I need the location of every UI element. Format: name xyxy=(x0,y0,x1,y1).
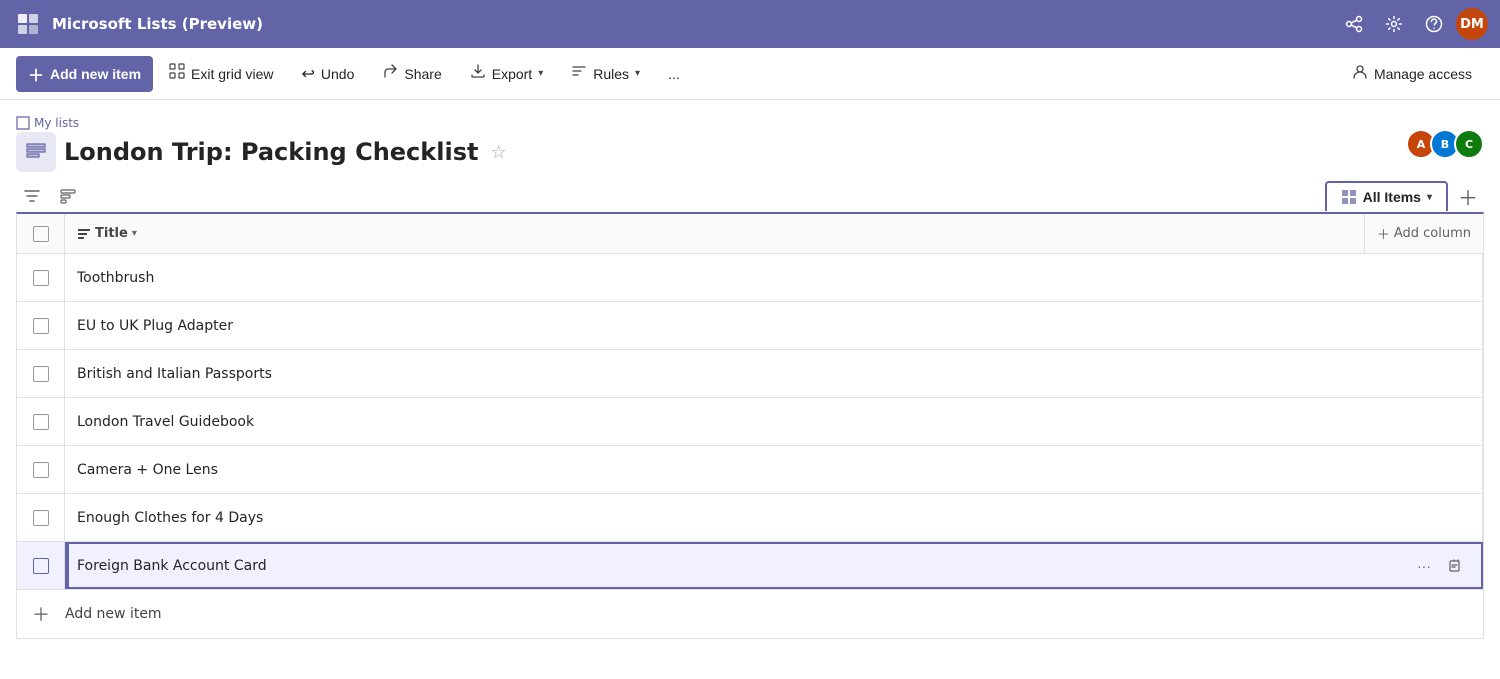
app-title: Microsoft Lists (Preview) xyxy=(52,15,1328,33)
manage-access-button[interactable]: Manage access xyxy=(1340,58,1484,89)
add-column-label: Add column xyxy=(1394,226,1471,241)
row-actions: ··· xyxy=(1410,552,1470,580)
row-checkbox[interactable] xyxy=(33,366,49,382)
exit-grid-view-button[interactable]: Exit grid view xyxy=(157,57,285,90)
row-selector[interactable] xyxy=(17,446,65,493)
table: Title ▾ ＋ Add column Toothbrush EU to UK… xyxy=(16,212,1484,639)
breadcrumb[interactable]: My lists xyxy=(16,116,507,130)
row-selector[interactable] xyxy=(17,494,65,541)
view-controls: All Items ▾ ＋ xyxy=(0,172,1500,212)
person-icon xyxy=(1352,64,1368,83)
share-activity-icon[interactable] xyxy=(1336,6,1372,42)
more-options-button[interactable]: ... xyxy=(656,60,692,88)
export-chevron-icon: ▾ xyxy=(538,68,543,79)
all-items-chevron-icon: ▾ xyxy=(1427,192,1432,203)
page-icon xyxy=(16,132,56,172)
all-items-view-button[interactable]: All Items ▾ xyxy=(1325,181,1448,211)
add-column-button[interactable]: ＋ Add column xyxy=(1365,214,1483,253)
favorite-icon[interactable]: ☆ xyxy=(490,142,506,163)
row-title: Foreign Bank Account Card xyxy=(77,558,267,574)
row-checkbox[interactable] xyxy=(33,414,49,430)
page-title: London Trip: Packing Checklist xyxy=(64,138,478,166)
add-item-row[interactable]: ＋ Add new item xyxy=(17,590,1483,638)
top-bar-actions: DM xyxy=(1336,6,1488,42)
table-row: Foreign Bank Account Card ··· xyxy=(17,542,1483,590)
row-title: Camera + One Lens xyxy=(77,462,218,478)
add-item-cell: ＋ xyxy=(17,601,65,627)
row-open-button[interactable] xyxy=(1442,552,1470,580)
row-selector[interactable] xyxy=(17,542,65,589)
app-logo[interactable] xyxy=(12,8,44,40)
row-selector[interactable] xyxy=(17,302,65,349)
header-selector[interactable] xyxy=(17,214,65,253)
table-row: Camera + One Lens xyxy=(17,446,1483,494)
row-title: London Travel Guidebook xyxy=(77,414,254,430)
row-title-cell[interactable]: Toothbrush xyxy=(65,254,1483,301)
title-column-label: Title xyxy=(95,226,128,241)
rules-chevron-icon: ▾ xyxy=(635,68,640,79)
row-selector[interactable] xyxy=(17,350,65,397)
share-button[interactable]: Share xyxy=(370,57,453,90)
row-checkbox[interactable] xyxy=(33,510,49,526)
all-items-label: All Items xyxy=(1363,189,1421,205)
row-title-cell[interactable]: EU to UK Plug Adapter xyxy=(65,302,1483,349)
top-bar: Microsoft Lists (Preview) DM xyxy=(0,0,1500,48)
table-row: British and Italian Passports xyxy=(17,350,1483,398)
undo-button[interactable]: ↩ Undo xyxy=(290,58,367,90)
export-button[interactable]: Export ▾ xyxy=(458,57,556,90)
add-item-plus-icon: ＋ xyxy=(32,601,50,627)
table-header: Title ▾ ＋ Add column xyxy=(17,214,1483,254)
group-button[interactable] xyxy=(52,180,84,212)
table-row: EU to UK Plug Adapter xyxy=(17,302,1483,350)
page-title-row: London Trip: Packing Checklist ☆ xyxy=(16,132,507,172)
row-selector[interactable] xyxy=(17,398,65,445)
table-row: Enough Clothes for 4 Days xyxy=(17,494,1483,542)
member-avatars: A B C xyxy=(1406,129,1484,159)
row-checkbox[interactable] xyxy=(33,558,49,574)
user-avatar[interactable]: DM xyxy=(1456,8,1488,40)
undo-icon: ↩ xyxy=(302,64,315,84)
help-icon[interactable] xyxy=(1416,6,1452,42)
add-view-button[interactable]: ＋ xyxy=(1452,180,1484,212)
row-title: EU to UK Plug Adapter xyxy=(77,318,233,334)
rules-icon xyxy=(571,63,587,84)
select-all-checkbox[interactable] xyxy=(33,226,49,242)
more-icon: ... xyxy=(668,66,680,82)
title-sort-icon: ▾ xyxy=(132,228,137,239)
rules-button[interactable]: Rules ▾ xyxy=(559,57,652,90)
row-title: Enough Clothes for 4 Days xyxy=(77,510,263,526)
row-title-cell[interactable]: London Travel Guidebook xyxy=(65,398,1483,445)
row-title-cell[interactable]: Enough Clothes for 4 Days xyxy=(65,494,1483,541)
add-new-item-button[interactable]: ＋ Add new item xyxy=(16,56,153,92)
row-title: Toothbrush xyxy=(77,270,154,286)
export-icon xyxy=(470,63,486,84)
row-title-cell[interactable]: British and Italian Passports xyxy=(65,350,1483,397)
add-item-label: Add new item xyxy=(65,606,162,622)
row-checkbox[interactable] xyxy=(33,270,49,286)
add-column-plus-icon: ＋ xyxy=(1377,224,1390,243)
page-header: My lists London Trip: Packing Checklist … xyxy=(0,100,1500,172)
title-column-header[interactable]: Title ▾ xyxy=(65,214,1365,253)
command-bar: ＋ Add new item Exit grid view ↩ Undo Sha… xyxy=(0,48,1500,100)
member-avatar[interactable]: C xyxy=(1454,129,1484,159)
share-icon xyxy=(382,63,398,84)
table-row: Toothbrush xyxy=(17,254,1483,302)
selected-indicator xyxy=(65,542,69,589)
row-checkbox[interactable] xyxy=(33,462,49,478)
row-more-options-button[interactable]: ··· xyxy=(1410,552,1438,580)
header-right: A B C xyxy=(1406,129,1484,159)
breadcrumb-area: My lists London Trip: Packing Checklist … xyxy=(16,116,507,172)
settings-icon[interactable] xyxy=(1376,6,1412,42)
row-selector[interactable] xyxy=(17,254,65,301)
grid-view-icon xyxy=(169,63,185,84)
table-row: London Travel Guidebook xyxy=(17,398,1483,446)
row-title-cell[interactable]: Camera + One Lens xyxy=(65,446,1483,493)
row-checkbox[interactable] xyxy=(33,318,49,334)
add-icon: ＋ xyxy=(28,62,44,86)
filter-button[interactable] xyxy=(16,180,48,212)
row-title-cell[interactable]: Foreign Bank Account Card ··· xyxy=(65,542,1483,589)
row-title: British and Italian Passports xyxy=(77,366,272,382)
